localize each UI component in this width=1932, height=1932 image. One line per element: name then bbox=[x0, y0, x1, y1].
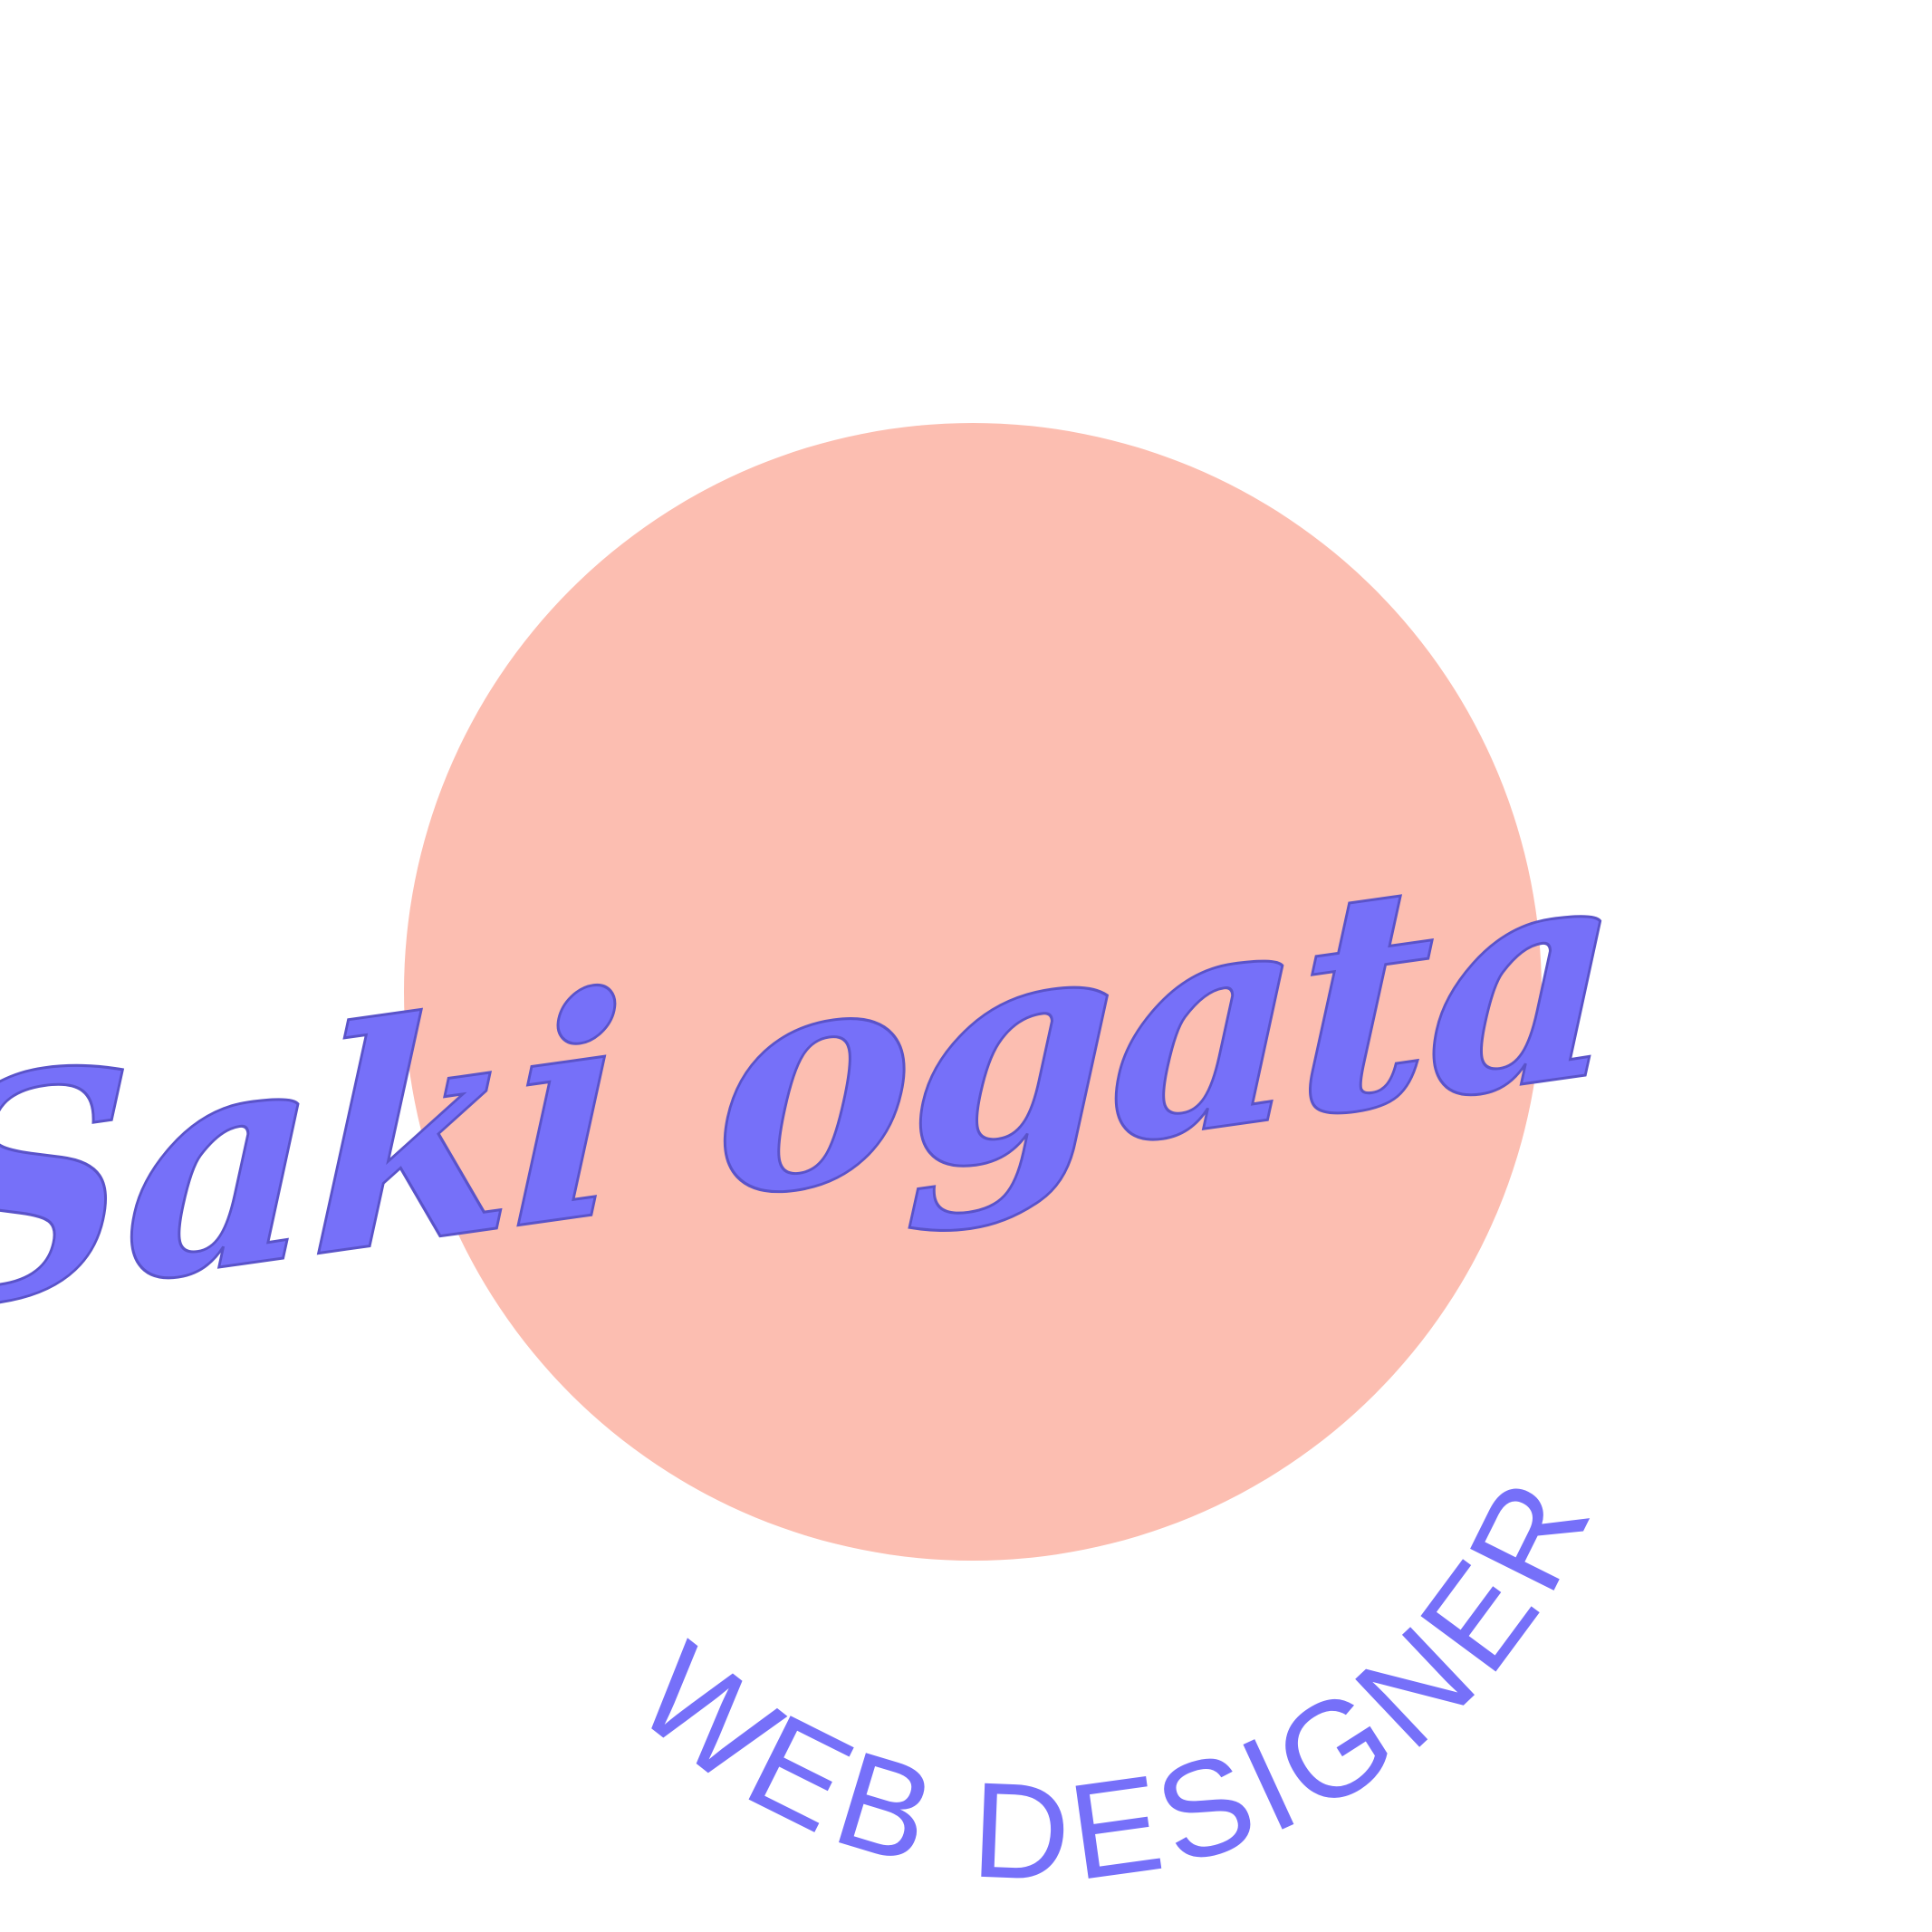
logo: Saki ogata WEB DESIGNER bbox=[0, 0, 1932, 1932]
